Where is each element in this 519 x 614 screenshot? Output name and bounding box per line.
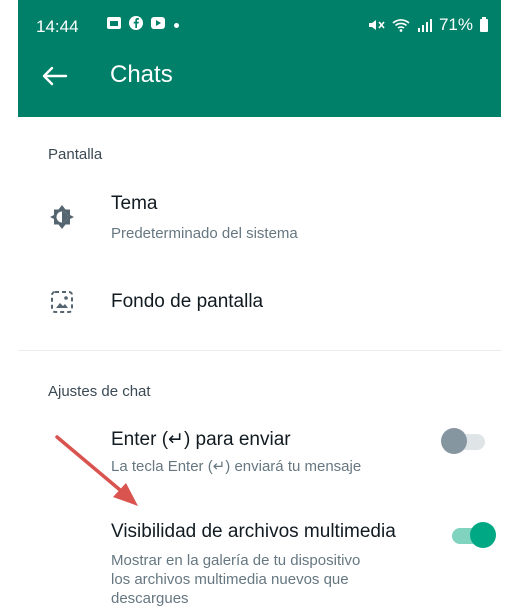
section-divider xyxy=(18,350,501,351)
battery-percent: 71% xyxy=(438,15,473,34)
status-time: 14:44 xyxy=(36,17,79,36)
status-bar: 14:44 71% xyxy=(18,0,501,52)
enter-send-toggle[interactable] xyxy=(441,428,485,454)
brightness-icon xyxy=(50,205,74,229)
notification-dot xyxy=(174,23,179,28)
mute-icon xyxy=(368,20,385,30)
youtube-icon xyxy=(150,15,166,31)
wifi-icon xyxy=(392,19,410,32)
section-heading-chat: Ajustes de chat xyxy=(48,383,151,400)
media-visibility-title: Visibilidad de archivos multimedia xyxy=(111,521,396,542)
media-visibility-toggle[interactable] xyxy=(452,522,496,548)
theme-title: Tema xyxy=(111,193,158,214)
wallpaper-title: Fondo de pantalla xyxy=(111,291,264,312)
toggle-knob xyxy=(470,522,496,548)
status-left-icons xyxy=(106,15,166,31)
media-visibility-subtitle-line-3: descargues xyxy=(111,590,189,607)
gallery-icon xyxy=(106,15,122,31)
toggle-knob xyxy=(441,428,467,454)
enter-send-title: Enter (↵) para enviar xyxy=(111,429,291,450)
wallpaper-icon xyxy=(51,291,73,313)
theme-subtitle: Predeterminado del sistema xyxy=(111,225,298,242)
enter-send-subtitle: La tecla Enter (↵) enviará tu mensaje xyxy=(111,458,362,475)
page-title: Chats xyxy=(110,61,173,88)
media-visibility-subtitle-line-1: Mostrar en la galería de tu dispositivo xyxy=(111,552,361,569)
facebook-icon xyxy=(128,15,144,31)
app-bar: 14:44 71% Chats xyxy=(18,0,501,117)
section-heading-display: Pantalla xyxy=(48,146,103,163)
media-visibility-subtitle-line-2: los archivos multimedia nuevos que xyxy=(111,571,349,588)
signal-icon xyxy=(417,19,432,32)
battery-icon xyxy=(480,17,488,32)
status-right-icons: 71% xyxy=(367,15,489,35)
arrow-left-icon[interactable] xyxy=(40,64,68,88)
